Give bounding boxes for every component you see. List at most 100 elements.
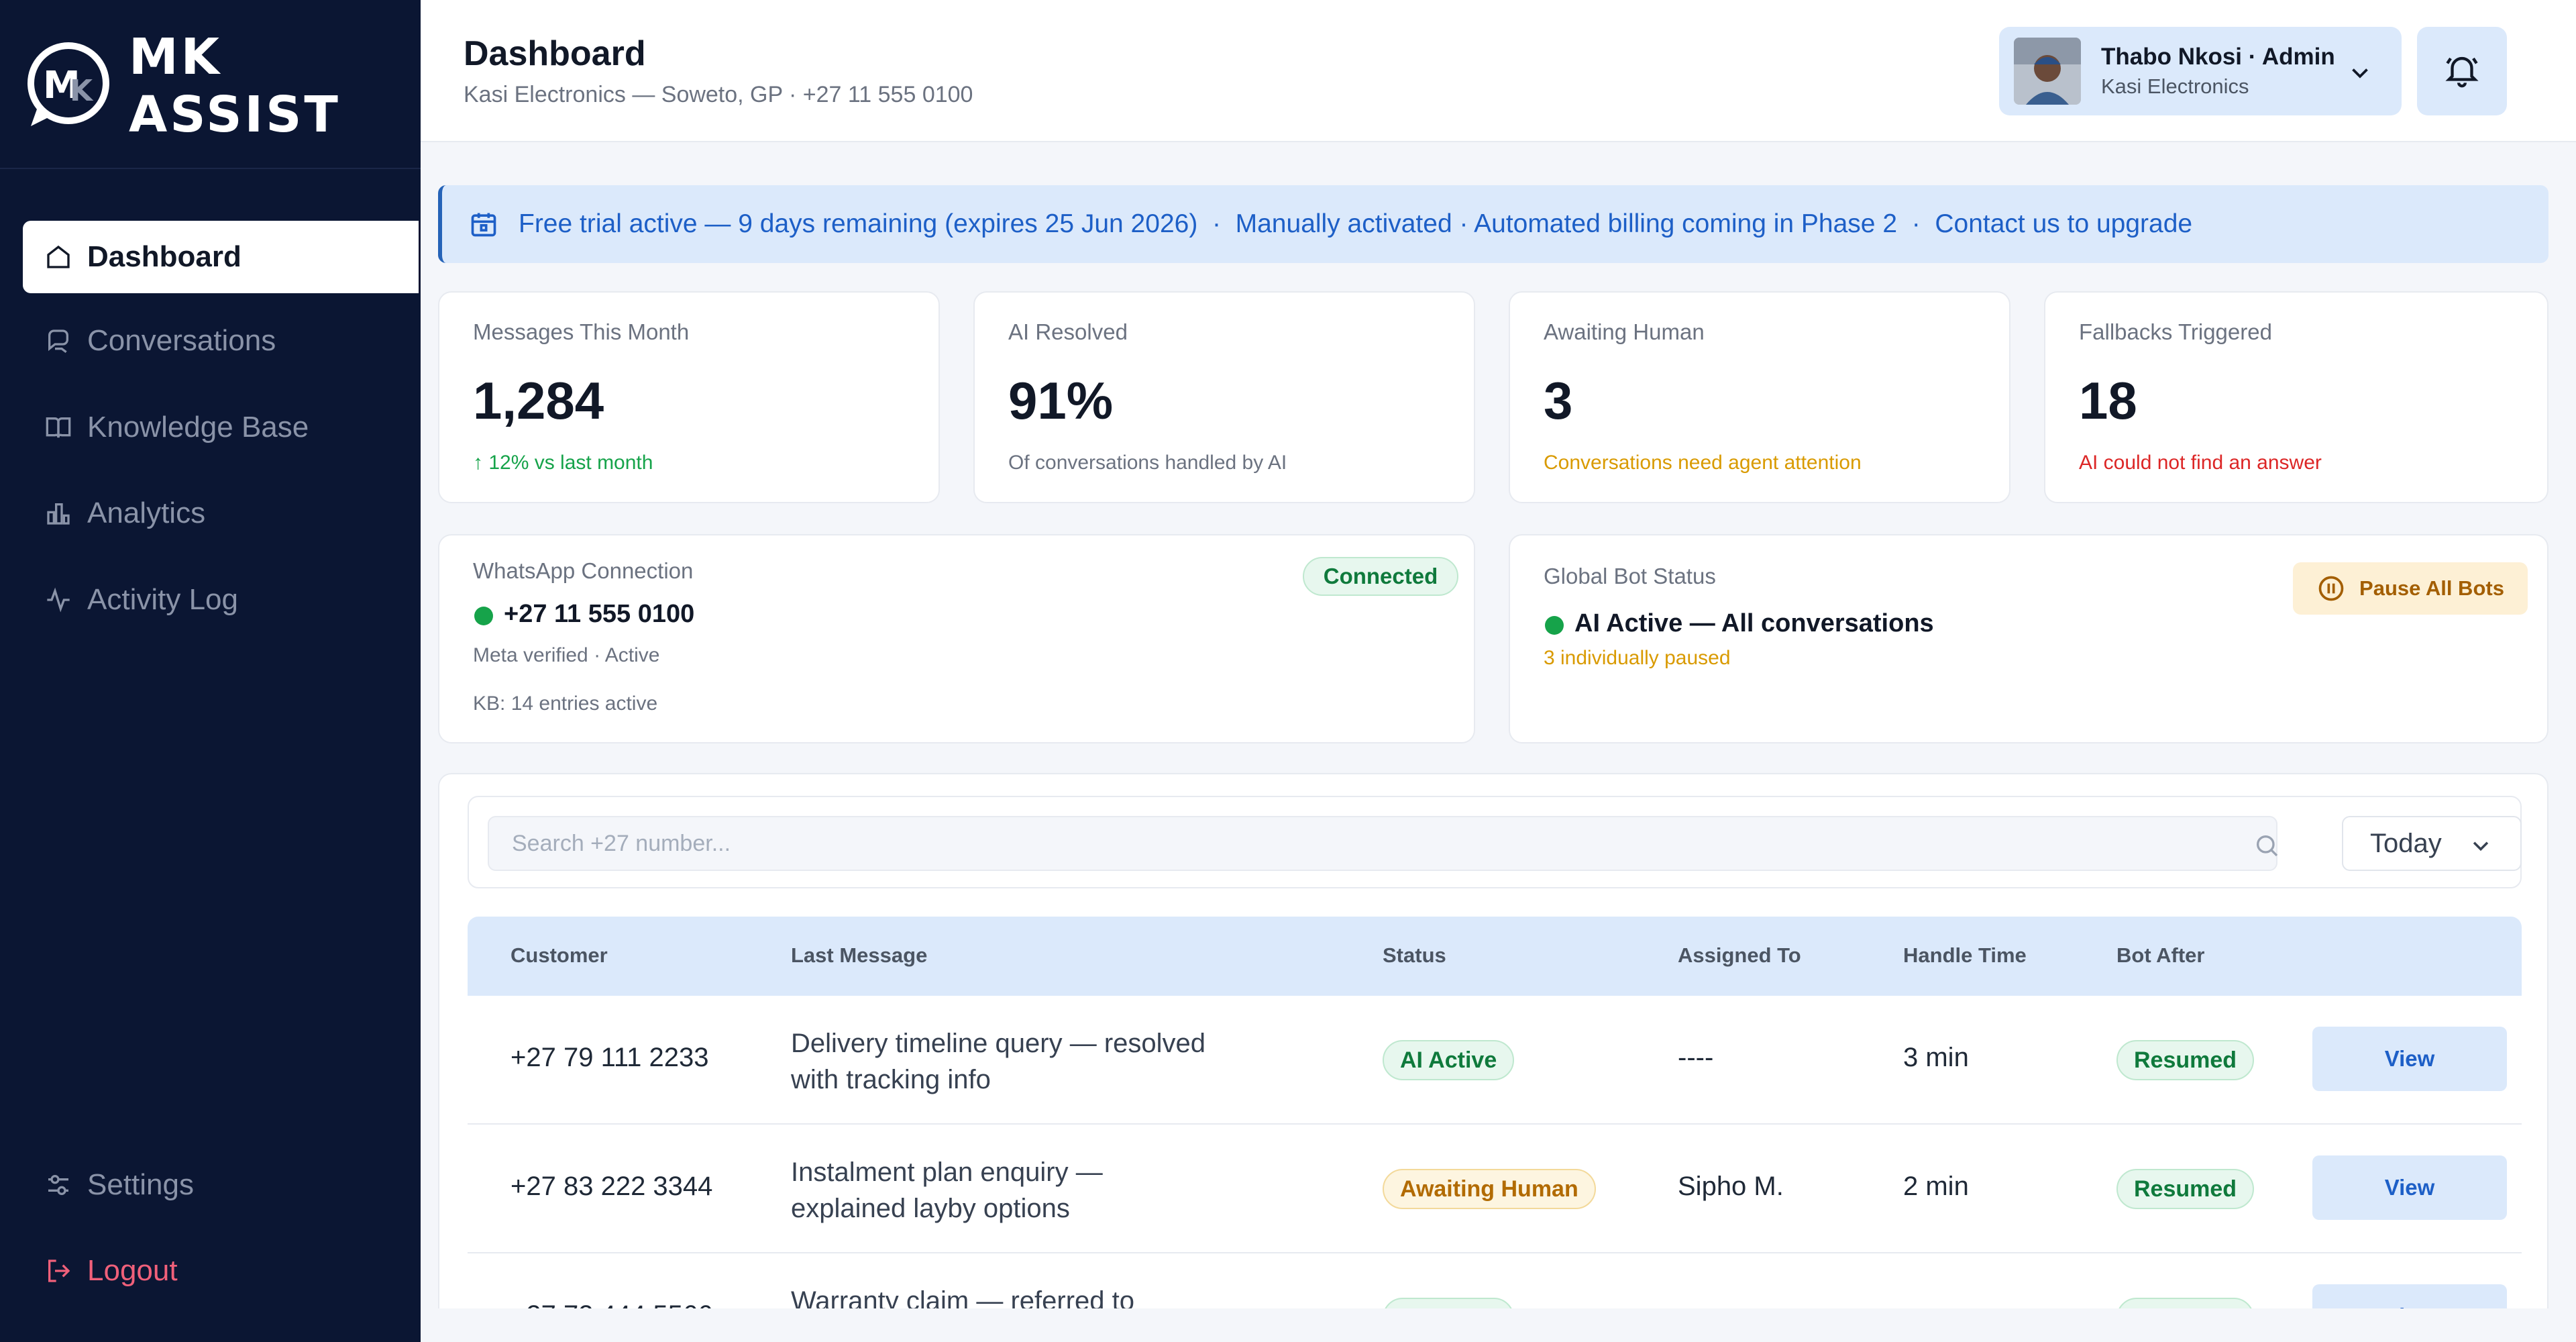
column-header-bot-after[interactable]: Bot After [2116,943,2204,968]
table-row[interactable]: +27 79 111 2233 Delivery timeline query … [468,996,2522,1125]
trial-banner: Free trial active — 9 days remaining (ex… [438,185,2548,263]
last-message-line: Instalment plan enquiry — [791,1157,1103,1187]
logout-label: Logout [87,1254,178,1287]
sidebar-item-analytics[interactable]: Analytics [23,477,419,550]
table-header: Customer Last Message Status Assigned To… [468,917,2522,996]
bar-chart-icon [44,499,72,527]
page-title: Dashboard [464,34,646,73]
pause-all-bots-label: Pause All Bots [2359,576,2504,600]
column-header-handle-time[interactable]: Handle Time [1903,943,2027,968]
filter-bar: Today [468,796,2522,888]
bell-icon [2443,50,2481,93]
stat-card-ai-resolved: AI Resolved 91% Of conversations handled… [973,291,1475,503]
sidebar-item-settings[interactable]: Settings [23,1149,419,1221]
whatsapp-verified: Meta verified · Active [473,644,660,666]
status-dot [474,607,493,625]
column-header-customer[interactable]: Customer [511,943,608,968]
chevron-down-icon [2469,833,2492,856]
customer-number: +27 83 222 3344 [511,1172,713,1201]
bot-status-text: AI Active — All conversations [1574,609,1934,637]
svg-text:K: K [70,74,94,108]
handle-time: 2 min [1903,1172,1969,1201]
sidebar-item-activity-log[interactable]: Activity Log [23,564,419,636]
view-button[interactable]: View [2312,1155,2507,1220]
date-filter-value: Today [2370,828,2442,858]
last-message-line: with tracking info [791,1065,991,1094]
chevron-down-icon [2348,60,2372,85]
stat-card-messages: Messages This Month 1,284 ↑ 12% vs last … [438,291,940,503]
column-header-last-message[interactable]: Last Message [791,943,927,968]
sidebar-item-conversations[interactable]: Conversations [23,305,419,377]
last-message: Delivery timeline query — resolved with … [791,1025,1260,1098]
logo-mark-icon: M K [23,40,114,132]
stat-label: Messages This Month [473,319,690,344]
column-header-status[interactable]: Status [1383,943,1446,968]
stat-label: Awaiting Human [1544,319,1705,344]
chat-icon [44,327,72,355]
status-badge: AI Active [1383,1040,1515,1080]
sidebar-item-knowledge-base[interactable]: Knowledge Base [23,391,419,464]
status-badge: Awaiting Human [1383,1169,1596,1209]
last-message-line: Delivery timeline query — resolved [791,1029,1206,1058]
handle-time: 3 min [1903,1043,1969,1072]
last-message-line: explained layby options [791,1194,1070,1223]
logout-button[interactable]: Logout [23,1235,419,1307]
book-icon [44,413,72,442]
sidebar-item-dashboard[interactable]: Dashboard [23,221,419,293]
sidebar-item-label: Dashboard [87,240,241,273]
brand-name: MK ASSIST [129,28,341,144]
scroll-clip [421,1308,2576,1342]
stat-value: 1,284 [473,371,604,430]
bot-after-badge: Resumed [2116,1040,2255,1080]
notifications-button[interactable] [2417,27,2507,115]
stat-value: 18 [2079,371,2137,430]
sidebar-item-label: Knowledge Base [87,411,309,444]
sidebar-item-label: Conversations [87,324,276,357]
whatsapp-connection-card: WhatsApp Connection Connected +27 11 555… [438,534,1475,743]
whatsapp-label: WhatsApp Connection [473,558,694,583]
brand-logo[interactable]: M K MK ASSIST [23,28,421,144]
pause-all-bots-button[interactable]: Pause All Bots [2293,562,2528,615]
assigned-to: Sipho M. [1678,1172,1784,1201]
search-input[interactable] [488,816,2277,871]
sidebar-item-label: Analytics [87,497,206,529]
stat-card-fallbacks: Fallbacks Triggered 18 AI could not find… [2044,291,2548,503]
date-filter-select[interactable]: Today [2342,816,2522,871]
stat-value: 3 [1544,371,1573,430]
sliders-icon [44,1171,72,1199]
kb-entries: KB: 14 entries active [473,692,658,715]
user-name: Thabo Nkosi · Admin [2101,44,2335,70]
main-content: Dashboard Kasi Electronics — Soweto, GP … [421,0,2576,1342]
customer-number: +27 79 111 2233 [511,1043,709,1072]
paused-count: 3 individually paused [1544,647,1731,669]
column-header-assigned-to[interactable]: Assigned To [1678,943,1801,968]
bot-after-badge: Resumed [2116,1169,2255,1209]
stat-note: AI could not find an answer [2079,452,2322,474]
avatar [2014,38,2081,105]
pause-icon [2316,574,2346,603]
sidebar-item-label: Activity Log [87,583,238,616]
stat-card-awaiting-human: Awaiting Human 3 Conversations need agen… [1509,291,2010,503]
view-button[interactable]: View [2312,1027,2507,1091]
stat-note: Conversations need agent attention [1544,452,1862,474]
stat-value: 91% [1008,371,1114,430]
stat-note: ↑ 12% vs last month [473,452,653,474]
page-subtitle: Kasi Electronics — Soweto, GP · +27 11 5… [464,82,973,107]
calendar-icon [469,209,498,239]
table-row[interactable]: +27 83 222 3344 Instalment plan enquiry … [468,1125,2522,1253]
settings-label: Settings [87,1168,194,1201]
connected-badge: Connected [1303,557,1458,596]
global-bot-status-card: Global Bot Status Pause All Bots AI Acti… [1509,534,2548,743]
status-dot [1545,616,1564,635]
user-org: Kasi Electronics [2101,74,2249,98]
conversations-table-card: Today Customer Last Message Status Assig… [438,773,2548,1342]
sidebar: M K MK ASSIST Dashboard Conversations Kn… [0,0,421,1342]
stat-label: AI Resolved [1008,319,1128,344]
user-menu[interactable]: Thabo Nkosi · Admin Kasi Electronics [1999,27,2402,115]
home-icon [44,243,72,271]
stat-label: Fallbacks Triggered [2079,319,2272,344]
logout-icon [44,1257,72,1285]
search-icon[interactable] [2253,832,2280,859]
top-bar: Dashboard Kasi Electronics — Soweto, GP … [421,0,2576,142]
stat-note: Of conversations handled by AI [1008,452,1287,474]
